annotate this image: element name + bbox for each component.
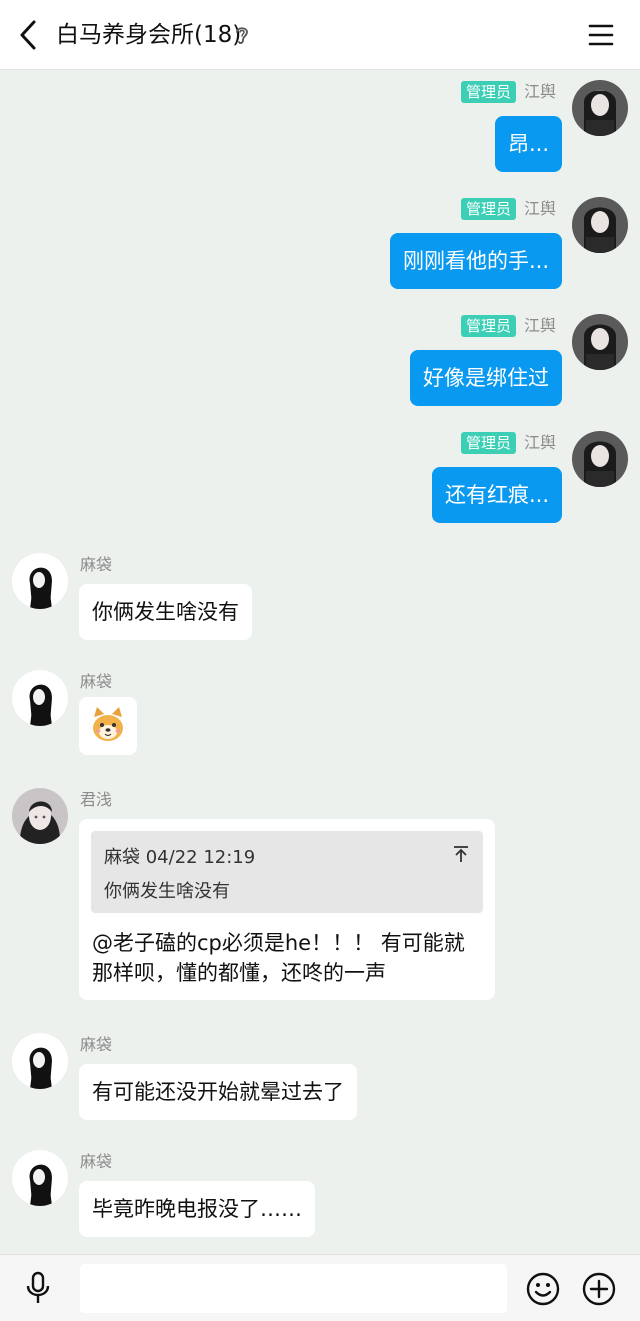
- avatar[interactable]: [572, 314, 628, 370]
- avatar[interactable]: [12, 553, 68, 609]
- group-title[interactable]: 白马养身会所(18): [56, 20, 241, 50]
- message-input[interactable]: [80, 1264, 507, 1313]
- sender-name: 麻袋: [80, 1035, 113, 1054]
- sender-name: 君浅: [80, 790, 113, 809]
- message-bubble[interactable]: 有可能还没开始就晕过去了: [79, 1064, 357, 1120]
- avatar[interactable]: [572, 80, 628, 136]
- admin-badge: 管理员: [460, 432, 516, 454]
- message-bubble[interactable]: 好像是绑住过: [410, 350, 562, 406]
- dog-face-emoji-icon: [93, 707, 123, 741]
- admin-badge: 管理员: [460, 198, 516, 220]
- quoted-message[interactable]: 麻袋 04/22 12:19 你俩发生啥没有: [91, 831, 483, 913]
- message-row: 麻袋: [0, 665, 640, 783]
- avatar[interactable]: [572, 431, 628, 487]
- sender-name: 江舆: [523, 433, 556, 452]
- message-row: 管理员 江舆 昂...: [0, 71, 640, 188]
- message-row: 管理员 江舆 刚刚看他的手...: [0, 188, 640, 305]
- message-bubble[interactable]: 毕竟昨晚电报没了……: [79, 1181, 315, 1237]
- sender-info: 管理员 江舆: [460, 315, 556, 337]
- avatar[interactable]: [12, 670, 68, 726]
- message-bubble[interactable]: 昂...: [494, 116, 562, 172]
- microphone-icon[interactable]: [22, 1271, 54, 1305]
- message-row: 麻袋 有可能还没开始就晕过去了: [0, 1028, 640, 1145]
- ear-icon: [236, 27, 248, 44]
- avatar[interactable]: [12, 788, 68, 844]
- sender-info: 管理员 江舆: [460, 432, 556, 454]
- quoted-sender: 麻袋: [104, 847, 140, 868]
- input-bar: [0, 1254, 640, 1321]
- avatar[interactable]: [12, 1033, 68, 1089]
- back-arrow-icon[interactable]: [14, 18, 44, 52]
- plus-icon[interactable]: [582, 1272, 616, 1306]
- jump-to-original-icon[interactable]: [453, 845, 469, 863]
- sender-name: 麻袋: [80, 555, 113, 574]
- message-row: 麻袋 你俩发生啥没有: [0, 548, 640, 665]
- quoted-sender-time: 麻袋 04/22 12:19: [104, 843, 255, 869]
- quoted-text: 你俩发生啥没有: [104, 881, 230, 902]
- sender-name: 江舆: [523, 199, 556, 218]
- sender-name: 江舆: [523, 82, 556, 101]
- chat-header: 白马养身会所(18): [0, 0, 640, 70]
- sender-name: 江舆: [523, 316, 556, 335]
- menu-icon[interactable]: [586, 20, 616, 50]
- message-row: 麻袋 毕竟昨晚电报没了……: [0, 1145, 640, 1254]
- quoted-time: 04/22 12:19: [145, 847, 256, 868]
- message-text: @老子磕的cp必须是he！！！ 有可能就那样呗，懂的都懂，还咚的一声: [92, 931, 465, 985]
- message-bubble[interactable]: 你俩发生啥没有: [79, 584, 252, 640]
- smile-icon[interactable]: [526, 1272, 560, 1306]
- reply-message-bubble[interactable]: 麻袋 04/22 12:19 你俩发生啥没有 @老子磕的cp必须是he！！！ 有…: [79, 819, 495, 1000]
- avatar[interactable]: [12, 1150, 68, 1206]
- chat-message-list[interactable]: 管理员 江舆 昂... 管理员 江舆 刚刚看他的手... 管理员 江舆 好像是绑…: [0, 71, 640, 1254]
- message-bubble[interactable]: 刚刚看他的手...: [389, 233, 562, 289]
- avatar[interactable]: [572, 197, 628, 253]
- message-row: 管理员 江舆 还有红痕...: [0, 422, 640, 539]
- message-bubble[interactable]: 还有红痕...: [431, 467, 562, 523]
- sender-info: 管理员 江舆: [460, 81, 556, 103]
- admin-badge: 管理员: [460, 81, 516, 103]
- sender-info: 管理员 江舆: [460, 198, 556, 220]
- message-row: 君浅 麻袋 04/22 12:19 你俩发生啥没有 @老子磕的cp必须是he！！…: [0, 783, 640, 1028]
- sender-name: 麻袋: [80, 672, 113, 691]
- message-row: 管理员 江舆 好像是绑住过: [0, 305, 640, 422]
- sender-name: 麻袋: [80, 1152, 113, 1171]
- admin-badge: 管理员: [460, 315, 516, 337]
- sticker-message[interactable]: [79, 697, 137, 755]
